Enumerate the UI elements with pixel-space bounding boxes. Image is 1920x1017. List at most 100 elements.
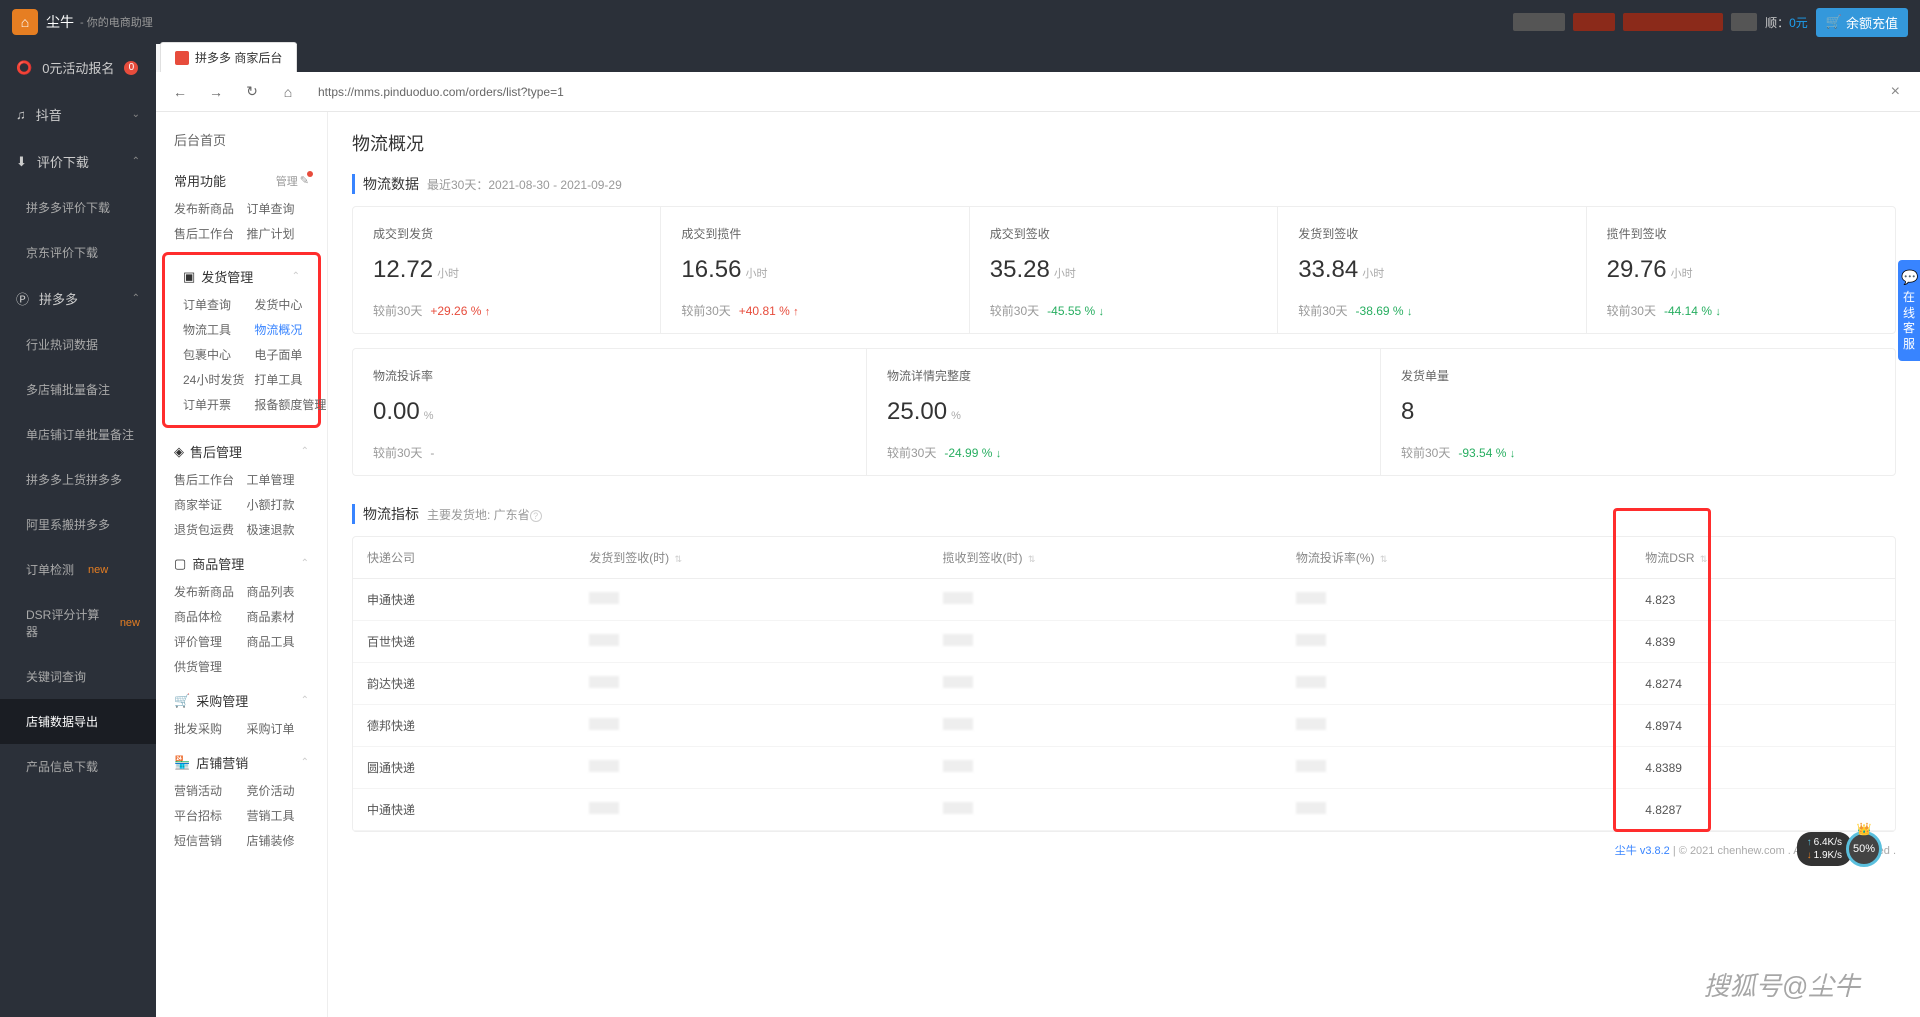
menu-item[interactable]: 报备额度管理 (254, 396, 326, 413)
red-dot-icon (307, 171, 313, 177)
menu-item[interactable]: 推广计划 (247, 225, 310, 242)
table-header[interactable]: 物流投诉率(%) ⇅ (1282, 537, 1631, 579)
sidebar-pdd[interactable]: Ⓟ 拼多多⌃ (0, 275, 156, 322)
table-row: 百世快递4.839 (353, 621, 1895, 663)
back-button[interactable]: ← (164, 78, 196, 106)
menu-item[interactable]: 退货包运费 (174, 521, 237, 538)
table-row: 中通快递4.8287 (353, 789, 1895, 831)
sidebar-order-check[interactable]: 订单检测new (0, 547, 156, 592)
sidebar-hotword[interactable]: 行业热词数据 (0, 322, 156, 367)
table-header[interactable]: 揽收到签收(时) ⇅ (929, 537, 1282, 579)
menu-item[interactable]: 极速退款 (247, 521, 310, 538)
menu-item[interactable]: 商品列表 (247, 583, 310, 600)
section-goods[interactable]: ▢ 商品管理⌃ (156, 546, 327, 581)
menu-item[interactable]: 采购订单 (247, 720, 310, 737)
menu-item[interactable]: 评价管理 (174, 633, 237, 650)
sidebar-douyin[interactable]: ♫ 抖音⌄ (0, 91, 156, 138)
menu-item[interactable]: 营销活动 (174, 782, 237, 799)
menu-item[interactable]: 打单工具 (254, 371, 326, 388)
sidebar-ali[interactable]: 阿里系搬拼多多 (0, 502, 156, 547)
blurred-cell (1296, 718, 1326, 730)
menu-item[interactable]: 平台招标 (174, 807, 237, 824)
menu-item-active[interactable]: 物流概况 (254, 321, 326, 338)
menu-item[interactable]: 物流工具 (183, 321, 244, 338)
sidebar-single-note[interactable]: 单店铺订单批量备注 (0, 412, 156, 457)
section-purchase[interactable]: 🛒 采购管理⌃ (156, 683, 327, 718)
menu-item[interactable]: 商品工具 (247, 633, 310, 650)
section-logistics-data: 物流数据 最近30天：2021-08-30 - 2021-09-29 (352, 174, 1896, 194)
chevron-icon: ⌃ (301, 446, 309, 457)
stat-value: 0.00% (373, 398, 846, 426)
logistics-table: 快递公司发货到签收(时) ⇅揽收到签收(时) ⇅物流投诉率(%) ⇅物流DSR … (352, 536, 1896, 832)
close-button[interactable]: × (1879, 83, 1912, 101)
table-header[interactable]: 发货到签收(时) ⇅ (575, 537, 928, 579)
help-icon[interactable]: ? (530, 510, 542, 522)
recharge-button[interactable]: 🛒余额充值 (1816, 8, 1908, 37)
menu-item[interactable]: 供货管理 (174, 658, 237, 675)
menu-item[interactable]: 短信营销 (174, 832, 237, 849)
company-cell: 圆通快递 (353, 747, 575, 789)
app-logo-icon: ⌂ (12, 9, 38, 35)
section-aftersale[interactable]: ◈ 售后管理⌃ (156, 434, 327, 469)
stat-card: 物流详情完整度25.00%较前30天-24.99 % ↓ (867, 349, 1381, 475)
menu-item[interactable]: 发货中心 (254, 296, 326, 313)
table-header[interactable]: 快递公司 (353, 537, 575, 579)
home-button[interactable]: ⌂ (272, 78, 304, 106)
sort-icon: ⇅ (1380, 554, 1388, 564)
menu-item[interactable]: 售后工作台 (174, 225, 237, 242)
menu-item[interactable]: 订单查询 (183, 296, 244, 313)
menu-item[interactable]: 营销工具 (247, 807, 310, 824)
menu-item[interactable]: 店铺装修 (247, 832, 310, 849)
speed-widget[interactable]: 6.4K/s1.9K/s 👑50% (1797, 831, 1882, 867)
blurred-info (1731, 13, 1757, 31)
manage-link[interactable]: 管理 ✎ (276, 173, 309, 189)
dsr-cell: 4.8389 (1631, 747, 1895, 789)
stat-card: 成交到发货12.72小时较前30天+29.26 % ↑ (353, 207, 661, 333)
menu-item[interactable]: 24小时发货 (183, 371, 244, 388)
menu-item[interactable]: 商品体检 (174, 608, 237, 625)
sidebar-product-dl[interactable]: 产品信息下载 (0, 744, 156, 789)
forward-button[interactable]: → (200, 78, 232, 106)
menu-item[interactable]: 订单查询 (247, 200, 310, 217)
admin-home-link[interactable]: 后台首页 (156, 122, 327, 163)
menu-item[interactable]: 批发采购 (174, 720, 237, 737)
menu-item[interactable]: 订单开票 (183, 396, 244, 413)
stat-card: 发货单量8较前30天-93.54 % ↓ (1381, 349, 1895, 475)
menu-item[interactable]: 发布新商品 (174, 583, 237, 600)
refresh-button[interactable]: ↻ (236, 78, 268, 106)
stat-label: 揽件到签收 (1607, 225, 1875, 242)
sidebar-dsr-calc[interactable]: DSR评分计算器new (0, 592, 156, 654)
stat-card: 成交到签收35.28小时较前30天-45.55 % ↓ (970, 207, 1278, 333)
company-cell: 韵达快递 (353, 663, 575, 705)
browser-tab[interactable]: 拼多多 商家后台 (160, 42, 297, 72)
stat-value: 33.84小时 (1298, 256, 1565, 284)
sidebar-promo[interactable]: ⭕ 0元活动报名 0 (0, 44, 156, 91)
menu-item[interactable]: 小额打款 (247, 496, 310, 513)
sidebar-jd-review[interactable]: 京东评价下载 (0, 230, 156, 275)
chevron-up-icon: ⌃ (132, 156, 140, 167)
sidebar-batch-note[interactable]: 多店铺批量备注 (0, 367, 156, 412)
sidebar-export[interactable]: 店铺数据导出 (0, 699, 156, 744)
menu-item[interactable]: 发布新商品 (174, 200, 237, 217)
sidebar-pdd-review[interactable]: 拼多多评价下载 (0, 185, 156, 230)
support-icon: 💬 (1901, 268, 1917, 286)
stats-row-2: 物流投诉率0.00%较前30天-物流详情完整度25.00%较前30天-24.99… (352, 348, 1896, 476)
menu-item[interactable]: 售后工作台 (174, 471, 237, 488)
url-bar[interactable]: https://mms.pinduoduo.com/orders/list?ty… (308, 80, 1875, 104)
table-header[interactable]: 物流DSR ⇅ (1631, 537, 1895, 579)
section-common[interactable]: 常用功能 管理 ✎ (156, 163, 327, 198)
menu-item[interactable]: 包裹中心 (183, 346, 244, 363)
menu-item[interactable]: 商家举证 (174, 496, 237, 513)
stat-value: 25.00% (887, 398, 1360, 426)
menu-item[interactable]: 商品素材 (247, 608, 310, 625)
sidebar-review-download[interactable]: ⬇ 评价下载⌃ (0, 138, 156, 185)
section-shipping[interactable]: ▣ 发货管理⌃ (165, 259, 318, 294)
sidebar-keyword[interactable]: 关键词查询 (0, 654, 156, 699)
support-tab[interactable]: 💬在线客服 (1898, 260, 1920, 361)
menu-item[interactable]: 电子面单 (254, 346, 326, 363)
section-marketing[interactable]: 🏪 店铺营销⌃ (156, 745, 327, 780)
menu-item[interactable]: 竞价活动 (247, 782, 310, 799)
sidebar-upload[interactable]: 拼多多上货拼多多 (0, 457, 156, 502)
stat-compare: 较前30天+40.81 % ↑ (681, 302, 948, 319)
menu-item[interactable]: 工单管理 (247, 471, 310, 488)
